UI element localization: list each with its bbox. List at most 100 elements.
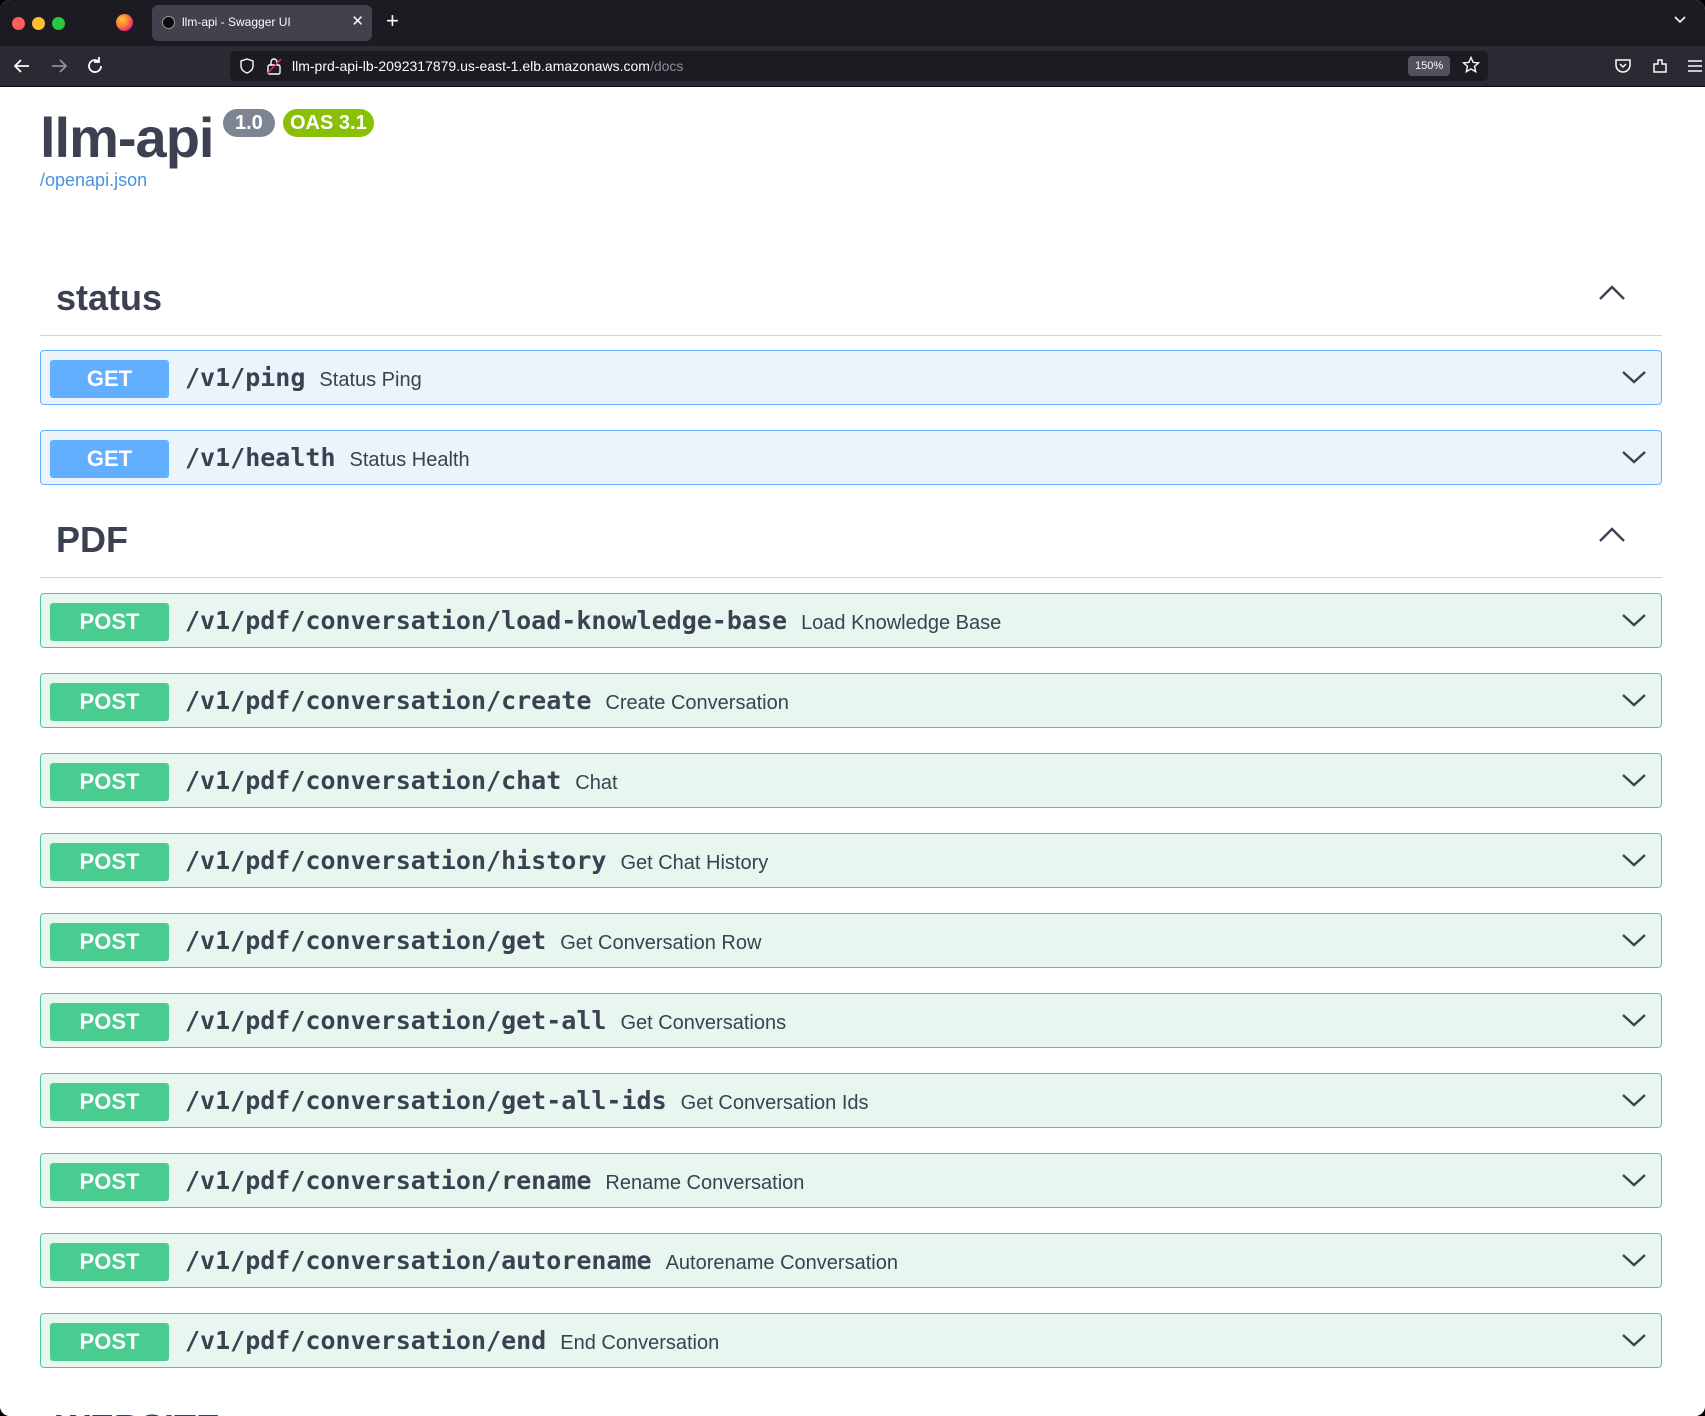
chevron-down-icon[interactable] (1621, 1331, 1647, 1349)
section-title-website[interactable]: WEBSITE (56, 1407, 220, 1416)
section-title: status (56, 277, 163, 318)
forward-arrow-icon[interactable] (47, 54, 71, 78)
http-method-badge: GET (50, 360, 169, 398)
operation-path-row: /v1/ping Status Ping (185, 363, 422, 392)
tracking-protection-shield-icon[interactable] (239, 58, 255, 74)
version-badge: 1.0 (223, 109, 275, 137)
firefox-view-icon[interactable] (116, 14, 133, 31)
chevron-down-icon[interactable] (1621, 851, 1647, 869)
section-header-pdf[interactable]: PDF (40, 505, 1662, 578)
http-method-badge: POST (50, 1163, 169, 1201)
reload-icon[interactable] (83, 54, 107, 78)
address-bar[interactable]: llm-prd-api-lb-2092317879.us-east-1.elb.… (230, 51, 1488, 81)
operation-path-row: /v1/pdf/conversation/chat Chat (185, 766, 618, 795)
operation-post-load-knowledge-base[interactable]: POST /v1/pdf/conversation/load-knowledge… (40, 593, 1662, 648)
operation-path-row: /v1/pdf/conversation/end End Conversation (185, 1326, 719, 1355)
chevron-down-icon[interactable] (1621, 1091, 1647, 1109)
extensions-icon[interactable] (1650, 56, 1670, 76)
chevron-down-icon[interactable] (1621, 1171, 1647, 1189)
tab-favicon-icon (162, 16, 175, 29)
operation-path-row: /v1/pdf/conversation/get Get Conversation… (185, 926, 761, 955)
operation-post-get[interactable]: POST /v1/pdf/conversation/get Get Convers… (40, 913, 1662, 968)
zoom-window-button[interactable] (52, 17, 65, 30)
tab-swagger-ui[interactable]: llm-api - Swagger UI ✕ (152, 5, 372, 41)
tab-title: llm-api - Swagger UI (182, 15, 291, 29)
operation-path: /v1/pdf/conversation/get-all-ids (185, 1086, 667, 1115)
operation-summary: Rename Conversation (605, 1172, 805, 1194)
operation-path-row: /v1/pdf/conversation/history Get Chat His… (185, 846, 768, 875)
oas-version-badge: OAS 3.1 (283, 109, 374, 137)
operation-summary: Create Conversation (605, 692, 789, 714)
minimize-window-button[interactable] (32, 17, 45, 30)
chevron-down-icon[interactable] (1621, 448, 1647, 466)
chevron-down-icon[interactable] (1621, 368, 1647, 386)
navigation-toolbar: llm-prd-api-lb-2092317879.us-east-1.elb.… (0, 46, 1705, 87)
operation-path: /v1/pdf/conversation/rename (185, 1166, 592, 1195)
operation-get-v1-health[interactable]: GET /v1/health Status Health (40, 430, 1662, 485)
chevron-down-icon[interactable] (1621, 771, 1647, 789)
chevron-down-icon[interactable] (1621, 1011, 1647, 1029)
insecure-lock-icon[interactable] (266, 57, 282, 75)
operation-post-get-all[interactable]: POST /v1/pdf/conversation/get-all Get Con… (40, 993, 1662, 1048)
operation-path-row: /v1/pdf/conversation/get-all-ids Get Conv… (185, 1086, 869, 1115)
tab-close-icon[interactable]: ✕ (351, 12, 364, 30)
chevron-down-icon[interactable] (1621, 1251, 1647, 1269)
chevron-down-icon[interactable] (1621, 611, 1647, 629)
section-title: PDF (56, 519, 128, 560)
chevron-down-icon[interactable] (1621, 691, 1647, 709)
http-method-badge: POST (50, 1323, 169, 1361)
openapi-json-link[interactable]: /openapi.json (40, 170, 147, 191)
http-method-badge: POST (50, 1083, 169, 1121)
swagger-ui-page: llm-api 1.0 OAS 3.1 /openapi.json status… (0, 87, 1705, 1416)
operation-path-row: /v1/pdf/conversation/create Create Conver… (185, 686, 789, 715)
operation-summary: Get Chat History (620, 852, 769, 874)
url-host: llm-prd-api-lb-2092317879.us-east-1.elb.… (292, 58, 650, 74)
tab-strip: llm-api - Swagger UI ✕ + (0, 0, 1705, 46)
bookmark-star-icon[interactable] (1462, 56, 1480, 74)
close-window-button[interactable] (12, 17, 25, 30)
operation-summary: Chat (575, 772, 618, 794)
operation-post-create[interactable]: POST /v1/pdf/conversation/create Create C… (40, 673, 1662, 728)
operation-post-chat[interactable]: POST /v1/pdf/conversation/chat Chat (40, 753, 1662, 808)
http-method-badge: POST (50, 763, 169, 801)
operation-path-row: /v1/pdf/conversation/rename Rename Conver… (185, 1166, 804, 1195)
http-method-badge: POST (50, 603, 169, 641)
chevron-down-icon[interactable] (1621, 931, 1647, 949)
operation-path: /v1/pdf/conversation/load-knowledge-base (185, 606, 788, 635)
http-method-badge: POST (50, 843, 169, 881)
http-method-badge: POST (50, 1243, 169, 1281)
new-tab-button[interactable]: + (386, 8, 399, 34)
browser-window: llm-api - Swagger UI ✕ + llm-prd-api-lb-… (0, 0, 1705, 1416)
pocket-icon[interactable] (1613, 56, 1633, 76)
operation-summary: Autorename Conversation (665, 1252, 898, 1274)
zoom-level-button[interactable]: 150% (1408, 56, 1451, 76)
chevron-up-icon[interactable] (1598, 525, 1626, 545)
operation-path: /v1/ping (185, 363, 306, 392)
operation-post-rename[interactable]: POST /v1/pdf/conversation/rename Rename C… (40, 1153, 1662, 1208)
back-arrow-icon[interactable] (10, 54, 34, 78)
operation-path-row: /v1/health Status Health (185, 443, 470, 472)
operation-post-history[interactable]: POST /v1/pdf/conversation/history Get Cha… (40, 833, 1662, 888)
url-text[interactable]: llm-prd-api-lb-2092317879.us-east-1.elb.… (292, 58, 683, 74)
http-method-badge: POST (50, 923, 169, 961)
list-all-tabs-icon[interactable] (1673, 13, 1687, 27)
operation-get-v1-ping[interactable]: GET /v1/ping Status Ping (40, 350, 1662, 405)
app-menu-icon[interactable] (1685, 56, 1705, 76)
http-method-badge: POST (50, 683, 169, 721)
operation-post-autorename[interactable]: POST /v1/pdf/conversation/autorename Auto… (40, 1233, 1662, 1288)
operation-summary: Status Ping (319, 369, 422, 391)
operation-path: /v1/pdf/conversation/chat (185, 766, 562, 795)
operation-path: /v1/pdf/conversation/history (185, 846, 607, 875)
operation-post-end[interactable]: POST /v1/pdf/conversation/end End Convers… (40, 1313, 1662, 1368)
operation-post-get-all-ids[interactable]: POST /v1/pdf/conversation/get-all-ids Get… (40, 1073, 1662, 1128)
chevron-up-icon[interactable] (1598, 283, 1626, 303)
section-header-status[interactable]: status (40, 263, 1662, 336)
operation-summary: End Conversation (560, 1332, 720, 1354)
operation-path-row: /v1/pdf/conversation/get-all Get Conversa… (185, 1006, 786, 1035)
http-method-badge: POST (50, 1003, 169, 1041)
http-method-badge: GET (50, 440, 169, 478)
operation-path: /v1/pdf/conversation/create (185, 686, 592, 715)
operation-path: /v1/pdf/conversation/get (185, 926, 547, 955)
operation-summary: Get Conversations (620, 1012, 787, 1034)
operation-summary: Status Health (349, 449, 470, 471)
